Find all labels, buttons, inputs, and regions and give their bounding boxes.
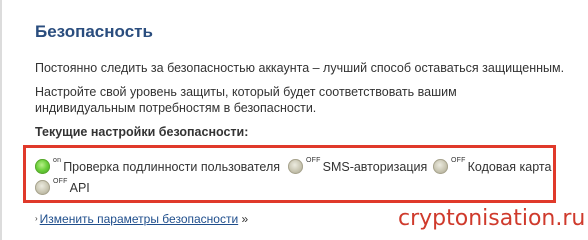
setting-api: OFF API [35, 178, 90, 195]
setting-label: Проверка подлинности пользователя [63, 160, 281, 174]
page-title: Безопасность [35, 22, 153, 41]
green-status-dot-icon [35, 159, 50, 174]
gray-status-dot-icon [288, 159, 303, 174]
setting-sms-authorization: OFF SMS-авторизация [288, 157, 428, 174]
gray-status-dot-icon [35, 180, 50, 195]
setting-code-card: OFF Кодовая карта [433, 157, 552, 174]
watermark: cryptonisation.ru [398, 206, 586, 231]
setting-label: Кодовая карта [467, 160, 552, 174]
security-settings-panel: on Проверка подлинности пользователя OFF… [23, 145, 556, 203]
current-settings-heading: Текущие настройки безопасности: [35, 125, 249, 139]
link-arrow-icon: › [35, 214, 38, 223]
setting-user-verification: on Проверка подлинности пользователя [35, 157, 281, 174]
change-settings-row: › Изменить параметры безопасности » [35, 212, 248, 226]
gray-status-dot-icon [433, 159, 448, 174]
setting-state: OFF [306, 157, 321, 164]
link-suffix: » [241, 212, 249, 226]
setting-label: API [69, 181, 90, 195]
setting-label: SMS-авторизация [322, 160, 428, 174]
setting-state: OFF [53, 178, 68, 185]
intro-text: Постоянно следить за безопасностью аккау… [35, 61, 565, 75]
setup-text: Настройте свой уровень защиты, который б… [35, 85, 457, 115]
setting-state: OFF [451, 157, 466, 164]
setting-state: on [53, 157, 62, 164]
change-security-settings-link[interactable]: Изменить параметры безопасности [40, 212, 239, 226]
left-border [0, 0, 2, 240]
